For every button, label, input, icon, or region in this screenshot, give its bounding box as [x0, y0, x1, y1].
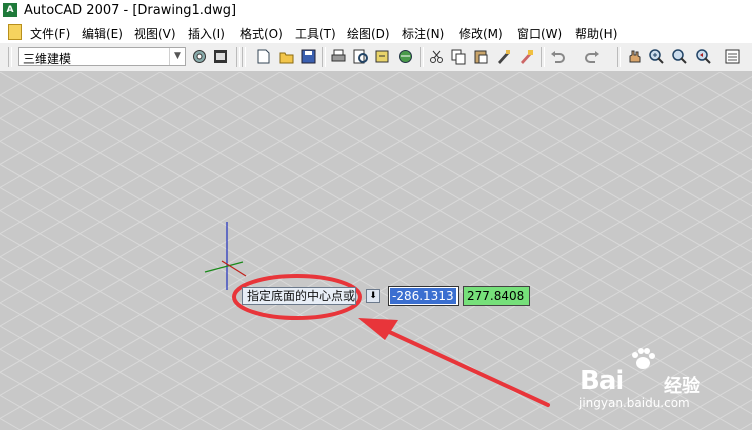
baidu-paw-icon [632, 348, 655, 369]
plot-preview-icon[interactable] [352, 48, 369, 65]
menu-help[interactable]: 帮助(H) [575, 25, 617, 42]
workspace-value: 三维建模 [23, 52, 72, 66]
undo-icon[interactable] [549, 48, 566, 65]
title-bar: A AutoCAD 2007 - [Drawing1.dwg] [0, 0, 752, 22]
copy-icon[interactable] [450, 48, 467, 65]
3d-dwf-icon[interactable] [397, 48, 414, 65]
arrow-down-icon[interactable]: ⬇ [366, 289, 380, 303]
new-icon[interactable] [255, 48, 272, 65]
workspace-dropdown[interactable]: 三维建模 ▼ [18, 47, 186, 66]
menu-draw[interactable]: 绘图(D) [347, 25, 390, 42]
drawing-canvas[interactable] [0, 72, 752, 430]
menu-insert[interactable]: 插入(I) [188, 25, 225, 42]
window-title: AutoCAD 2007 - [Drawing1.dwg] [24, 3, 237, 18]
menu-edit[interactable]: 编辑(E) [82, 25, 123, 42]
menu-file[interactable]: 文件(F) [30, 25, 70, 42]
toolbar-separator [541, 47, 545, 67]
block-editor-icon[interactable] [518, 48, 535, 65]
menu-modify[interactable]: 修改(M) [459, 25, 503, 42]
menu-dimension[interactable]: 标注(N) [402, 25, 444, 42]
toolbar-grip[interactable] [242, 47, 246, 67]
coordinate-x-field[interactable]: -286.1313 [388, 286, 459, 306]
toolbar-grip[interactable] [8, 47, 12, 67]
match-properties-icon[interactable] [495, 48, 512, 65]
toolbar-grip[interactable] [236, 47, 240, 67]
my-workspace-icon[interactable] [212, 48, 229, 65]
redo-icon[interactable] [584, 48, 601, 65]
zoom-previous-icon[interactable] [695, 48, 712, 65]
paste-icon[interactable] [472, 48, 489, 65]
zoom-realtime-icon[interactable] [648, 48, 665, 65]
chevron-down-icon[interactable]: ▼ [169, 48, 185, 65]
menu-tools[interactable]: 工具(T) [295, 25, 336, 42]
coordinate-x-value: -286.1313 [390, 288, 456, 304]
isometric-grid [0, 72, 752, 430]
watermark-brand: Bai [580, 366, 624, 396]
dynamic-input-prompt: 指定底面的中心点或 [242, 287, 356, 305]
watermark-url: jingyan.baidu.com [579, 396, 690, 410]
autocad-icon[interactable]: A [3, 3, 17, 17]
menu-format[interactable]: 格式(O) [240, 25, 283, 42]
menu-bar: 文件(F) 编辑(E) 视图(V) 插入(I) 格式(O) 工具(T) 绘图(D… [0, 22, 752, 43]
save-icon[interactable] [300, 48, 317, 65]
open-icon[interactable] [278, 48, 295, 65]
workspace-settings-icon[interactable] [191, 48, 208, 65]
toolbar-separator [420, 47, 424, 67]
document-icon[interactable] [8, 24, 22, 40]
watermark-brand-suffix: 经验 [664, 376, 700, 397]
menu-window[interactable]: 窗口(W) [517, 25, 562, 42]
properties-icon[interactable] [724, 48, 741, 65]
toolbar-separator [617, 47, 621, 67]
coordinate-y-field[interactable]: 277.8408 [463, 286, 530, 306]
zoom-window-icon[interactable] [671, 48, 688, 65]
cut-icon[interactable] [428, 48, 445, 65]
print-icon[interactable] [330, 48, 347, 65]
menu-view[interactable]: 视图(V) [134, 25, 176, 42]
standard-toolbar: 三维建模 ▼ [0, 43, 752, 72]
publish-icon[interactable] [374, 48, 391, 65]
toolbar-separator [322, 47, 326, 67]
pan-icon[interactable] [626, 48, 643, 65]
